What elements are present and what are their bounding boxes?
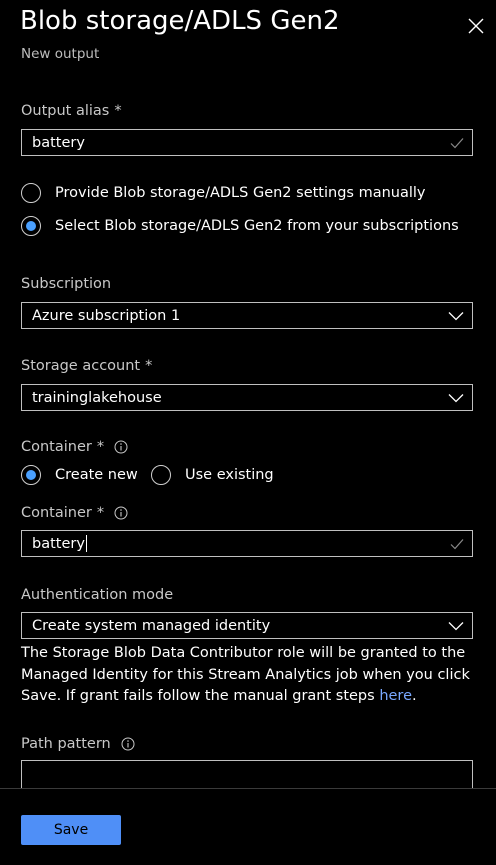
subscription-label: Subscription: [21, 276, 112, 292]
authentication-mode-label: Authentication mode: [21, 587, 174, 603]
authentication-mode-value: Create system managed identity: [32, 617, 271, 634]
container-input[interactable]: battery: [21, 530, 473, 557]
save-button[interactable]: Save: [21, 815, 121, 845]
radio-button-selected[interactable]: [21, 216, 41, 236]
panel-title: Blob storage/ADLS Gen2: [20, 6, 340, 36]
text-caret: [85, 535, 87, 552]
subscription-dropdown[interactable]: Azure subscription 1: [21, 302, 473, 329]
radio-button[interactable]: [21, 183, 41, 203]
info-icon[interactable]: [121, 737, 135, 751]
checkmark-icon: [450, 538, 464, 550]
radio-button-selected[interactable]: [21, 465, 41, 485]
authentication-description: The Storage Blob Data Contributor role w…: [21, 643, 479, 708]
radio-select-from-subscriptions[interactable]: Select Blob storage/ADLS Gen2 from your …: [21, 216, 459, 236]
close-button[interactable]: [462, 12, 490, 40]
chevron-down-icon: [448, 311, 464, 321]
output-alias-value: battery: [32, 134, 85, 151]
storage-account-dropdown[interactable]: traininglakehouse: [21, 384, 473, 411]
subscription-value: Azure subscription 1: [32, 307, 181, 324]
info-icon[interactable]: [114, 440, 128, 454]
radio-create-new[interactable]: Create new: [21, 465, 138, 485]
radio-label: Select Blob storage/ADLS Gen2 from your …: [55, 218, 459, 234]
close-icon: [468, 18, 484, 34]
output-alias-label: Output alias *: [21, 103, 122, 119]
container-mode-label: Container *: [21, 439, 128, 455]
radio-use-existing[interactable]: Use existing: [151, 465, 274, 485]
panel-subtitle: New output: [21, 46, 100, 62]
radio-label: Create new: [55, 467, 138, 483]
radio-label: Provide Blob storage/ADLS Gen2 settings …: [55, 185, 426, 201]
radio-provide-manually[interactable]: Provide Blob storage/ADLS Gen2 settings …: [21, 183, 425, 203]
chevron-down-icon: [448, 621, 464, 631]
radio-label: Use existing: [185, 467, 274, 483]
chevron-down-icon: [448, 393, 464, 403]
output-alias-input[interactable]: battery: [21, 129, 473, 156]
description-end: .: [412, 688, 417, 704]
new-output-panel: Blob storage/ADLS Gen2 New output Output…: [0, 0, 496, 865]
manual-grant-steps-link[interactable]: here: [379, 688, 412, 704]
checkmark-icon: [450, 137, 464, 149]
storage-account-label: Storage account *: [21, 358, 153, 374]
authentication-mode-dropdown[interactable]: Create system managed identity: [21, 612, 473, 639]
info-icon[interactable]: [114, 506, 128, 520]
panel-footer: Save: [0, 788, 496, 865]
container-value: battery: [32, 535, 85, 552]
container-label: Container *: [21, 505, 128, 521]
radio-button[interactable]: [151, 465, 171, 485]
path-pattern-label: Path pattern: [21, 736, 135, 752]
storage-account-value: traininglakehouse: [32, 389, 162, 406]
